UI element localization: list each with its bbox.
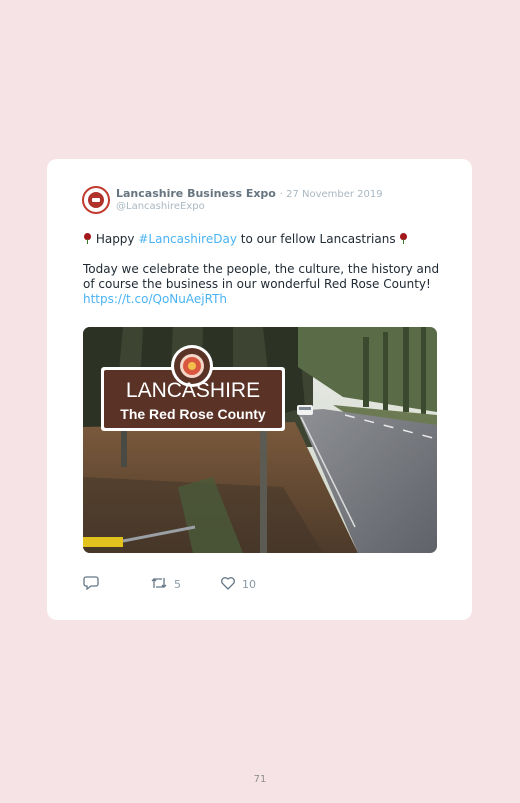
reply-button[interactable] (83, 575, 105, 594)
like-count: 10 (242, 577, 256, 591)
author-handle[interactable]: @LancashireExpo (116, 201, 205, 212)
tweet-actions: 5 10 (83, 575, 283, 594)
author-line: Lancashire Business Expo · 27 November 2… (116, 187, 383, 200)
like-button[interactable]: 10 (220, 576, 256, 592)
tweet-header: Lancashire Business Expo · 27 November 2… (82, 186, 442, 218)
retweet-count: 5 (174, 577, 181, 591)
tweet-card: Lancashire Business Expo · 27 November 2… (47, 159, 472, 620)
tweet-link[interactable]: https://t.co/QoNuAejRTh (83, 292, 443, 307)
tweet-line-1: Happy #LancashireDay to our fellow Lanca… (83, 232, 443, 247)
rose-emoji-icon (399, 233, 408, 244)
avatar[interactable] (82, 186, 110, 214)
heart-icon (220, 575, 236, 594)
page-number: 71 (253, 774, 267, 785)
tweet-text: Happy #LancashireDay to our fellow Lanca… (83, 232, 443, 307)
line1-post: to our fellow Lancastrians (236, 232, 400, 246)
reply-icon (83, 575, 99, 594)
rose-emoji-icon (83, 233, 92, 244)
tweet-photo[interactable]: LANCASHIRE The Red Rose County (83, 327, 437, 553)
tweet-date[interactable]: · 27 November 2019 (280, 189, 383, 200)
sign-text: LANCASHIRE The Red Rose County (120, 379, 266, 422)
tweet-body: Today we celebrate the people, the cultu… (83, 262, 440, 291)
hashtag-link[interactable]: #LancashireDay (138, 232, 237, 246)
retweet-button[interactable]: 5 (150, 576, 181, 592)
author-name[interactable]: Lancashire Business Expo (116, 187, 276, 200)
retweet-icon (150, 575, 168, 594)
sign-subtitle: The Red Rose County (120, 406, 266, 422)
line1-pre: Happy (92, 232, 139, 246)
sign-title: LANCASHIRE (126, 379, 260, 402)
